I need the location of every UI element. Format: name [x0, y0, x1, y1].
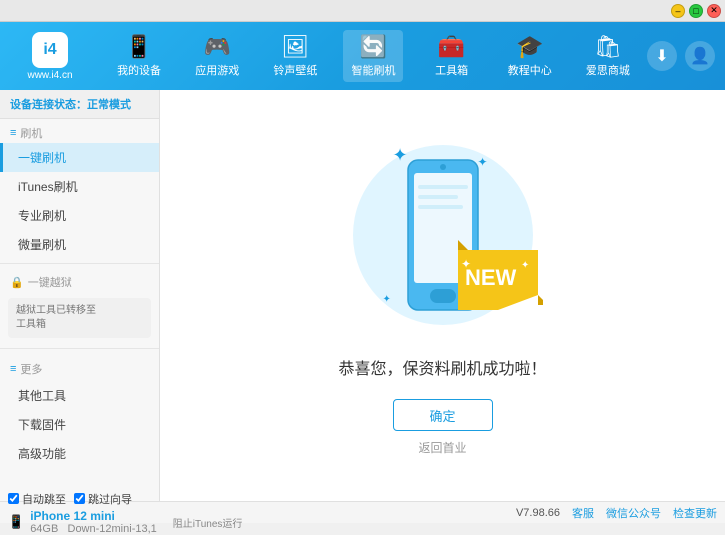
congrats-text: 恭喜您，保资料刷机成功啦！: [338, 355, 546, 379]
maximize-button[interactable]: □: [689, 4, 703, 18]
toolbox-icon: 🧰: [438, 34, 465, 60]
device-info: iPhone 12 mini 64GB Down-12mini-13,1: [30, 509, 157, 535]
sidebar-item-one-click-flash[interactable]: 一键刷机: [0, 143, 159, 172]
auto-skip-input[interactable]: [8, 493, 19, 504]
content-area: ✦ ✦ ✦: [160, 90, 725, 501]
store-icon: 🛍: [594, 34, 622, 60]
sidebar-item-download-firmware[interactable]: 下载固件: [0, 410, 159, 439]
sidebar-section-flash: ≡ 刷机: [0, 119, 159, 143]
bottom-right: V7.98.66 客服 微信公众号 检查更新: [516, 505, 717, 521]
wechat-link[interactable]: 微信公众号: [606, 505, 661, 521]
auto-skip-checkbox[interactable]: 自动跳至: [8, 491, 66, 507]
sidebar-item-itunes-flash[interactable]: iTunes刷机: [0, 172, 159, 201]
sidebar-item-pro-flash[interactable]: 专业刷机: [0, 201, 159, 230]
new-badge: NEW ✦ ✦: [453, 240, 543, 315]
skip-guide-input[interactable]: [74, 493, 85, 504]
apps-icon: 🎮: [204, 34, 231, 60]
sparkle-2: ✦: [477, 155, 487, 169]
checkboxes-row: 自动跳至 跳过向导: [8, 491, 157, 507]
nav-store[interactable]: 🛍 爱思商城: [578, 30, 638, 82]
sparkle-3: ✦: [383, 294, 391, 305]
support-link[interactable]: 客服: [572, 505, 594, 521]
nav-smart-flash[interactable]: 🔄 智能刷机: [343, 30, 403, 82]
user-button[interactable]: 👤: [685, 41, 715, 71]
svg-text:NEW: NEW: [465, 265, 517, 290]
confirm-button[interactable]: 确定: [393, 399, 493, 431]
nav-apps[interactable]: 🎮 应用游戏: [187, 30, 247, 82]
logo[interactable]: i4 www.i4.cn: [10, 32, 90, 81]
sidebar-section-jailbreak: 🔒 一键越狱: [0, 268, 159, 292]
close-button[interactable]: ✕: [707, 4, 721, 18]
svg-text:✦: ✦: [461, 257, 471, 271]
header-actions: ⬇ 👤: [647, 41, 715, 71]
phone-illustration: ✦ ✦ ✦: [333, 135, 553, 335]
connection-status: 设备连接状态：正常模式: [0, 90, 159, 119]
check-update-link[interactable]: 检查更新: [673, 505, 717, 521]
sidebar-item-micro-flash[interactable]: 微量刷机: [0, 230, 159, 259]
sidebar-item-advanced[interactable]: 高级功能: [0, 439, 159, 468]
sidebar: 设备连接状态：正常模式 ≡ 刷机 一键刷机 iTunes刷机 专业刷机 微量刷机…: [0, 90, 160, 501]
wallpaper-icon: 🖼: [281, 34, 309, 60]
nav-toolbox[interactable]: 🧰 工具箱: [422, 30, 482, 82]
skip-guide-checkbox[interactable]: 跳过向导: [74, 491, 132, 507]
itunes-status[interactable]: 阻止iTunes运行: [173, 519, 243, 530]
device-icon: 📱: [125, 34, 152, 60]
header: i4 www.i4.cn 📱 我的设备 🎮 应用游戏 🖼 铃声壁纸 🔄 智能刷机…: [0, 22, 725, 90]
jailbreak-note: 越狱工具已转移至工具箱: [8, 298, 151, 338]
bottom-bar: 自动跳至 跳过向导 📱 iPhone 12 mini 64GB Down-12m…: [0, 501, 725, 523]
sparkle-1: ✦: [393, 145, 408, 166]
svg-text:✦: ✦: [521, 260, 529, 271]
logo-url: www.i4.cn: [27, 70, 72, 81]
smart-flash-icon: 🔄: [360, 34, 387, 60]
nav-bar: 📱 我的设备 🎮 应用游戏 🖼 铃声壁纸 🔄 智能刷机 🧰 工具箱 🎓 教程中心…: [100, 30, 647, 82]
back-to-home-link[interactable]: 返回首业: [418, 439, 466, 456]
minimize-button[interactable]: –: [671, 4, 685, 18]
title-bar: – □ ✕: [0, 0, 725, 22]
nav-wallpaper[interactable]: 🖼 铃声壁纸: [265, 30, 325, 82]
sidebar-section-more: ≡ 更多: [0, 357, 159, 381]
main-layout: 设备连接状态：正常模式 ≡ 刷机 一键刷机 iTunes刷机 专业刷机 微量刷机…: [0, 90, 725, 501]
logo-icon: i4: [32, 32, 68, 68]
sidebar-item-other-tools[interactable]: 其他工具: [0, 381, 159, 410]
tutorial-icon: 🎓: [516, 34, 543, 60]
download-button[interactable]: ⬇: [647, 41, 677, 71]
nav-my-device[interactable]: 📱 我的设备: [109, 30, 169, 82]
version-label: V7.98.66: [516, 507, 560, 519]
nav-tutorial[interactable]: 🎓 教程中心: [500, 30, 560, 82]
